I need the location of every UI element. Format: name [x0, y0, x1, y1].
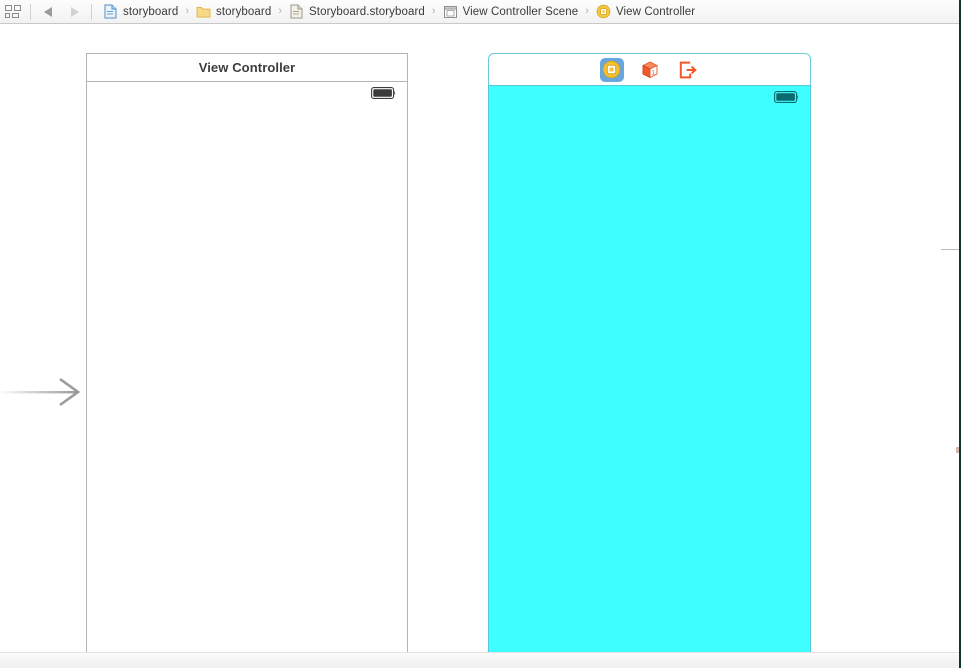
exit-icon	[679, 61, 697, 78]
go-forward-button[interactable]	[61, 0, 87, 24]
breadcrumb-label: storyboard	[216, 5, 272, 18]
breadcrumb-label: Storyboard.storyboard	[309, 5, 425, 18]
triangle-right-icon	[70, 6, 79, 17]
scene-device-view[interactable]	[86, 81, 408, 668]
dock-item-view-controller[interactable]	[599, 57, 624, 82]
breadcrumb-label: View Controller Scene	[462, 5, 579, 18]
svg-text:1: 1	[651, 69, 655, 76]
horizontal-scrollbar[interactable]	[0, 652, 961, 668]
breadcrumb-label: storyboard	[123, 5, 179, 18]
battery-icon	[371, 87, 396, 99]
first-responder-cube-icon: 1	[642, 61, 657, 78]
toolbar-divider-2	[91, 3, 92, 20]
jump-bar: storyboard › storyboard › Storyboard.sto…	[0, 0, 961, 24]
scene-dock: 1	[488, 53, 811, 86]
folder-icon	[196, 7, 211, 18]
view-controller-icon	[596, 4, 611, 19]
storyboard-entry-point[interactable]	[0, 374, 88, 410]
toolbar-divider-1	[30, 3, 31, 20]
triangle-left-icon	[43, 6, 52, 17]
scene-view-controller-left[interactable]: View Controller	[86, 53, 408, 668]
breadcrumb-separator: ›	[431, 5, 436, 17]
battery-icon	[774, 91, 799, 103]
project-document-icon	[104, 4, 117, 19]
breadcrumb-separator: ›	[278, 5, 283, 17]
dock-item-exit[interactable]	[676, 58, 700, 82]
view-controller-icon	[602, 60, 621, 79]
breadcrumb-item-file[interactable]: Storyboard.storyboard	[287, 0, 427, 24]
scene-device-view[interactable]	[488, 86, 811, 668]
scene-title-bar: View Controller	[86, 53, 408, 81]
grid-squares-icon	[5, 4, 21, 18]
breadcrumb-label: View Controller	[615, 5, 696, 18]
storyboard-canvas[interactable]: View Controller 1	[0, 25, 961, 668]
breadcrumb-separator: ›	[185, 5, 190, 17]
storyboard-file-icon	[290, 4, 303, 19]
breadcrumb-item-scene[interactable]: View Controller Scene	[441, 0, 581, 24]
dock-item-first-responder[interactable]: 1	[638, 58, 662, 82]
related-items-button[interactable]	[0, 0, 26, 24]
breadcrumb-separator: ›	[585, 5, 589, 17]
breadcrumb: storyboard › storyboard › Storyboard.sto…	[96, 0, 697, 24]
scene-view-controller-right[interactable]: 1	[488, 53, 811, 668]
entry-point-arrow-icon	[0, 377, 81, 407]
scene-title: View Controller	[198, 60, 296, 75]
go-back-button[interactable]	[35, 0, 61, 24]
breadcrumb-item-project[interactable]: storyboard	[101, 0, 180, 24]
breadcrumb-item-group[interactable]: storyboard	[194, 0, 273, 24]
breadcrumb-item-view-controller[interactable]: View Controller	[594, 0, 697, 24]
status-bar	[489, 86, 810, 106]
canvas-edge-rule	[941, 249, 959, 250]
status-bar	[87, 82, 407, 102]
scene-icon	[443, 6, 457, 18]
